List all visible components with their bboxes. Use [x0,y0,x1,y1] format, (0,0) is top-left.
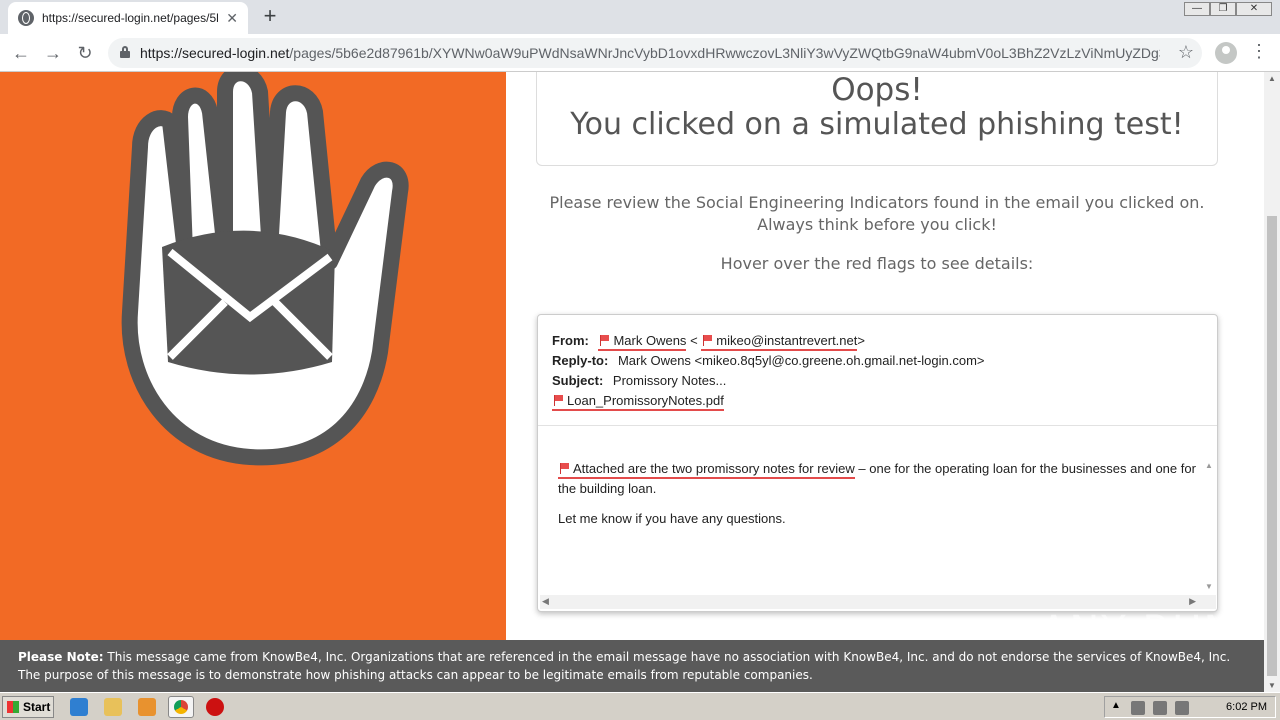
instructions-line-1: Please review the Social Engineering Ind… [549,193,1205,212]
attachment-indicator[interactable]: Loan_PromissoryNotes.pdf [552,393,724,411]
from-name: Mark Owens [613,333,687,348]
instructions-text: Please review the Social Engineering Ind… [536,192,1218,236]
from-gt: > [857,333,865,348]
page-scroll-thumb[interactable] [1267,216,1277,676]
start-label: Start [23,700,51,714]
disclaimer-label: Please Note: [18,650,104,664]
from-address: mikeo@instantrevert.net [716,333,858,348]
taskbar-clock[interactable]: 6:02 PM [1226,701,1267,713]
back-arrow-icon[interactable]: ← [10,42,32,64]
url-path: /pages/5b6e2d87961b/XYWNw0aW9uPWdNsaWNrJ… [289,45,1160,61]
message-panel: Oops! You clicked on a simulated phishin… [506,72,1264,642]
reply-to-value: Mark Owens <mikeo.8q5yl@co.greene.oh.gma… [617,353,985,368]
browser-toolbar: ← → ↻ https://secured-login.net/pages/5b… [0,34,1280,72]
email-preview: From: Mark Owens < mikeo@instantrevert.n… [537,314,1218,612]
body-indicator[interactable]: Attached are the two promissory notes fo… [558,461,855,479]
from-lt: < [690,333,698,348]
minimize-button[interactable]: — [1184,2,1210,16]
globe-icon [18,10,34,26]
volume-icon[interactable] [1131,701,1145,715]
instructions-line-2: Always think before you click! [757,215,997,234]
oops-header-box: Oops! You clicked on a simulated phishin… [536,72,1218,166]
window-close-button[interactable]: ✕ [1236,2,1272,16]
email-headers: From: Mark Owens < mikeo@instantrevert.n… [552,331,985,411]
browser-menu-icon[interactable]: ⋮ [1250,41,1268,62]
tab-title: https://secured-login.net/pages/5b6e2d87… [42,11,218,25]
scroll-down-arrow-icon[interactable]: ▼ [1205,582,1213,591]
windows-taskbar: Start ▲ 6:02 PM [0,692,1280,720]
page-scrollbar[interactable]: ▲ ▼ [1264,72,1280,692]
subject-row: Subject: Promissory Notes... [552,371,985,391]
reply-to-label: Reply-to: [552,353,609,368]
browser-tab[interactable]: https://secured-login.net/pages/5b6e2d87… [8,2,248,34]
email-divider [538,425,1217,426]
red-flag-icon[interactable] [554,395,564,406]
oops-title: Oops! [831,72,923,108]
maximize-button[interactable]: ❐ [1210,2,1236,16]
reply-to-row: Reply-to: Mark Owens <mikeo.8q5yl@co.gre… [552,351,985,371]
body-paragraph-2: Let me know if you have any questions. [558,511,786,526]
url-text[interactable]: https://secured-login.net/pages/5b6e2d87… [140,45,1160,61]
network-icon[interactable] [1153,701,1167,715]
chrome-taskbar-button[interactable] [168,696,194,718]
scroll-left-arrow-icon[interactable]: ◀ [542,596,549,607]
flag-icon[interactable] [1175,701,1189,715]
from-name-indicator[interactable]: Mark Owens [598,333,687,351]
subject-value: Promissory Notes... [612,373,727,388]
red-flag-icon[interactable] [703,335,713,346]
attachment-row: Loan_PromissoryNotes.pdf [552,391,985,411]
oops-subtitle: You clicked on a simulated phishing test… [570,107,1184,142]
file-explorer-icon[interactable] [104,698,122,716]
bookmark-star-icon[interactable]: ☆ [1178,42,1194,63]
chrome-icon [174,700,188,714]
stop-sign-icon[interactable] [206,698,224,716]
body-paragraph-1: Attached are the two promissory notes fo… [558,459,1198,499]
from-label: From: [552,333,589,348]
start-button[interactable]: Start [2,696,54,718]
stop-hand-envelope-icon [121,72,409,466]
subject-label: Subject: [552,373,604,388]
system-tray: ▲ 6:02 PM [1104,696,1276,718]
reload-icon[interactable]: ↻ [74,42,96,64]
email-horizontal-scrollbar[interactable]: ◀ ▶ [540,595,1216,609]
body-flagged-text: Attached are the two promissory notes fo… [573,461,855,476]
tab-strip: https://secured-login.net/pages/5b6e2d87… [0,0,1280,34]
new-tab-button[interactable]: + [258,4,282,28]
url-host: https://secured-login.net [140,45,290,61]
from-row: From: Mark Owens < mikeo@instantrevert.n… [552,331,985,351]
email-vertical-scrollbar[interactable]: ▲ ▼ [1202,461,1216,591]
tray-expand-icon[interactable]: ▲ [1111,700,1125,714]
lock-icon[interactable] [120,46,130,58]
page-scroll-up-icon[interactable]: ▲ [1268,74,1276,83]
media-player-icon[interactable] [138,698,156,716]
disclaimer-bar: Please Note: This message came from Know… [0,640,1264,692]
tab-close-icon[interactable]: ✕ [226,10,238,27]
scroll-up-arrow-icon[interactable]: ▲ [1205,461,1213,470]
email-body: Attached are the two promissory notes fo… [558,459,1198,539]
forward-arrow-icon[interactable]: → [42,42,64,64]
disclaimer-text: This message came from KnowBe4, Inc. Org… [18,650,1231,682]
address-bar[interactable]: https://secured-login.net/pages/5b6e2d87… [108,38,1202,68]
page-content: Oops! You clicked on a simulated phishin… [0,72,1264,692]
internet-explorer-icon[interactable] [70,698,88,716]
red-flag-icon[interactable] [600,335,610,346]
orange-hero-panel [0,72,506,642]
from-address-indicator[interactable]: mikeo@instantrevert.net [701,333,858,351]
windows-logo-icon [7,701,19,713]
hover-instruction: Hover over the red flags to see details: [720,254,1034,273]
scroll-right-arrow-icon[interactable]: ▶ [1189,596,1196,607]
red-flag-icon[interactable] [560,463,570,474]
profile-avatar-icon[interactable] [1215,42,1237,64]
page-scroll-down-icon[interactable]: ▼ [1268,681,1276,690]
attachment-name: Loan_PromissoryNotes.pdf [567,393,724,408]
